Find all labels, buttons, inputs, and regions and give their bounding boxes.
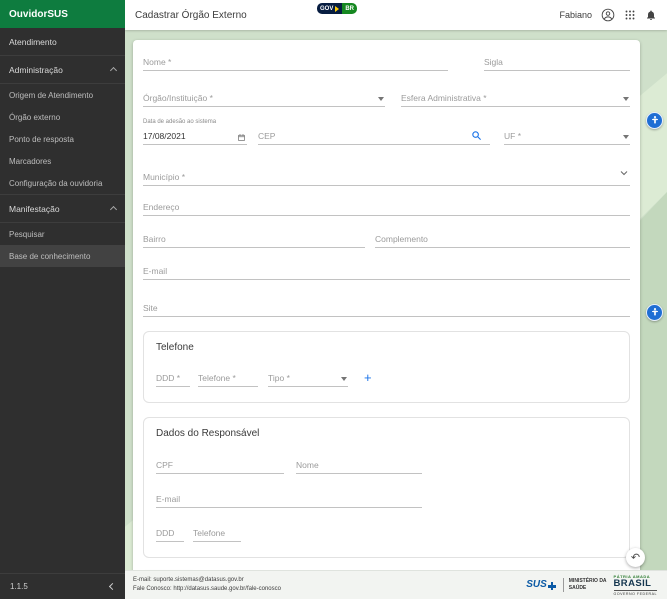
chevron-up-icon [110,67,117,74]
sidebar-item-orgao-externo[interactable]: Órgão externo [0,106,125,128]
responsavel-section-title: Dados do Responsável [156,428,617,439]
complemento-field [375,229,630,248]
responsavel-email-field [156,489,422,508]
telefone-numero-field [198,368,258,387]
sus-cross-icon [548,582,556,590]
bairro-input[interactable] [143,231,365,248]
sigla-input[interactable] [484,54,630,71]
telefone-tipo-field [268,368,348,387]
form-card: Data de adesão ao sistema [133,40,640,570]
sidebar-nav: Atendimento Administração Origem de Aten… [0,28,125,573]
telefone-ddd-input[interactable] [156,370,190,387]
user-name: Fabiano [559,10,592,20]
sidebar-item-manifestacao[interactable]: Manifestação [0,195,125,222]
data-adesao-label: Data de adesão ao sistema [143,119,247,125]
telefone-numero-input[interactable] [198,370,258,387]
sidebar-item-administracao[interactable]: Administração [0,56,125,83]
uf-field [504,126,630,145]
responsavel-section: Dados do Responsável [143,417,630,558]
responsavel-nome-field [296,455,422,474]
responsavel-telefone-field [193,523,241,542]
telefone-section-title: Telefone [156,342,617,353]
responsavel-cpf-field [156,455,284,474]
telefone-section: Telefone + [143,331,630,403]
topbar: Cadastrar Órgão Externo Fabiano [125,0,667,30]
footer-support-email: E-mail: suporte.sistemas@datasus.gov.br [133,576,281,585]
main-content: Data de adesão ao sistema [125,30,667,570]
user-avatar-icon[interactable] [601,8,615,22]
responsavel-cpf-input[interactable] [156,457,284,474]
sidebar-item-ponto-de-resposta[interactable]: Ponto de resposta [0,128,125,150]
email-input[interactable] [143,263,630,280]
ministerio-saude-logo: MINISTÉRIO DA SAÚDE [563,578,607,592]
esfera-administrativa-field [401,88,630,107]
site-field [143,298,630,317]
telefone-tipo-select[interactable] [268,370,348,387]
email-field [143,261,630,280]
cep-input[interactable] [258,128,490,145]
sidebar-item-origem-de-atendimento[interactable]: Origem de Atendimento [0,84,125,106]
accessibility-widget-button[interactable] [646,112,663,129]
app-window: OuvidorSUS Atendimento Administração Ori… [0,0,667,599]
responsavel-email-input[interactable] [156,491,422,508]
calendar-icon[interactable] [237,133,246,142]
govbr-arrow-icon [335,6,339,12]
bairro-field [143,229,365,248]
municipio-field [143,167,630,186]
orgao-instituicao-field [143,88,385,107]
telefone-ddd-field [156,368,190,387]
uf-select[interactable] [504,128,630,145]
endereco-input[interactable] [143,199,630,216]
sidebar-footer: 1.1.5 [0,573,125,599]
nome-field [143,52,448,71]
brasil-logo: PÁTRIA AMADA BRASIL GOVERNO FEDERAL [614,574,657,596]
orgao-instituicao-select[interactable] [143,90,385,107]
sidebar-item-base-de-conhecimento[interactable]: Base de conhecimento [0,245,125,267]
sidebar-item-atendimento[interactable]: Atendimento [0,28,125,55]
bell-icon[interactable] [645,9,657,21]
accessibility-widget-button[interactable] [646,304,663,321]
footer: E-mail: suporte.sistemas@datasus.gov.br … [125,570,667,599]
page-title: Cadastrar Órgão Externo [135,10,247,21]
esfera-administrativa-select[interactable] [401,90,630,107]
undo-icon: ↶ [631,551,640,564]
endereco-field [143,197,630,216]
data-adesao-field: Data de adesão ao sistema [143,119,247,145]
app-logo: OuvidorSUS [0,0,125,28]
complemento-input[interactable] [375,231,630,248]
data-adesao-input[interactable] [143,128,247,145]
sigla-field [484,52,630,71]
responsavel-ddd-input[interactable] [156,525,184,542]
municipio-select[interactable] [143,169,630,186]
search-icon[interactable] [471,130,482,141]
sidebar-item-pesquisar[interactable]: Pesquisar [0,223,125,245]
responsavel-telefone-input[interactable] [193,525,241,542]
sidebar: OuvidorSUS Atendimento Administração Ori… [0,0,125,599]
undo-button[interactable]: ↶ [626,548,645,567]
footer-fale-conosco: Fale Conosco: http://datasus.saude.gov.b… [133,585,281,594]
sus-logo: SUS [526,580,556,590]
app-title: OuvidorSUS [9,9,68,20]
responsavel-ddd-field [156,523,184,542]
sidebar-item-configuracao-da-ouvidoria[interactable]: Configuração da ouvidoria [0,172,125,194]
chevron-up-icon [110,206,117,213]
accessibility-icon [650,304,660,322]
nome-input[interactable] [143,54,448,71]
add-telefone-button[interactable]: + [362,371,374,387]
site-input[interactable] [143,300,630,317]
govbr-logo: GOV BR [317,3,357,14]
sidebar-item-marcadores[interactable]: Marcadores [0,150,125,172]
collapse-sidebar-button[interactable] [109,583,116,590]
app-version: 1.1.5 [10,582,28,591]
responsavel-nome-input[interactable] [296,457,422,474]
chevron-down-icon[interactable] [618,167,630,179]
cep-field [258,126,490,145]
accessibility-icon [650,112,660,130]
apps-grid-icon[interactable] [624,9,636,21]
